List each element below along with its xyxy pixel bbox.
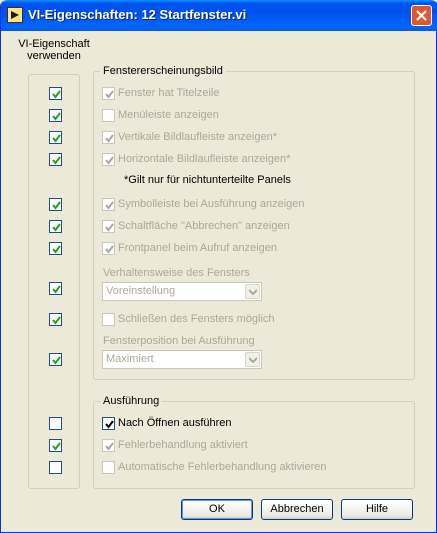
labview-vi-icon bbox=[7, 7, 23, 23]
use-property-checkbox[interactable] bbox=[49, 417, 62, 430]
use-property-checkbox[interactable] bbox=[49, 242, 62, 255]
close-button[interactable] bbox=[411, 5, 432, 26]
title-bar[interactable]: VI-Eigenschaften: 12 Startfenster.vi bbox=[1, 0, 437, 31]
option-checkbox[interactable] bbox=[102, 220, 115, 233]
appearance-group-label: Fenstererscheinungsbild bbox=[100, 65, 226, 77]
window-title: VI-Eigenschaften: 12 Startfenster.vi bbox=[28, 7, 247, 22]
use-property-header: VI-Eigenschaft verwenden bbox=[18, 38, 90, 62]
option-label: Fenster hat Titelzeile bbox=[118, 87, 220, 99]
option-checkbox[interactable] bbox=[102, 198, 115, 211]
use-property-checkbox[interactable] bbox=[49, 220, 62, 233]
option-label: Nach Öffnen ausführen bbox=[118, 417, 232, 429]
option-checkbox[interactable] bbox=[102, 131, 115, 144]
use-close-checkbox[interactable] bbox=[49, 313, 62, 326]
option-label: Vertikale Bildlaufleiste anzeigen* bbox=[118, 131, 277, 143]
option-checkbox[interactable] bbox=[102, 439, 115, 452]
use-property-checkbox[interactable] bbox=[49, 131, 62, 144]
use-property-checkbox[interactable] bbox=[49, 87, 62, 100]
position-select-value: Maximiert bbox=[106, 353, 154, 365]
dialog-window: VI-Eigenschaften: 12 Startfenster.vi VI-… bbox=[0, 0, 437, 533]
use-property-checkbox[interactable] bbox=[49, 198, 62, 211]
help-button[interactable]: Hilfe bbox=[341, 499, 413, 520]
option-checkbox[interactable] bbox=[102, 109, 115, 122]
close-icon bbox=[412, 6, 431, 25]
option-checkbox[interactable] bbox=[102, 242, 115, 255]
use-behavior-checkbox[interactable] bbox=[49, 282, 62, 295]
use-position-checkbox[interactable] bbox=[49, 353, 62, 366]
execution-group-label: Ausführung bbox=[100, 395, 163, 407]
option-checkbox[interactable] bbox=[102, 417, 115, 430]
option-checkbox[interactable] bbox=[102, 153, 115, 166]
use-property-checkbox[interactable] bbox=[49, 461, 62, 474]
option-label: Menüleiste anzeigen bbox=[118, 109, 219, 121]
option-label: Schaltfläche "Abbrechen" anzeigen bbox=[118, 220, 290, 232]
chevron-down-icon[interactable] bbox=[245, 352, 260, 367]
cancel-button[interactable]: Abbrechen bbox=[261, 499, 333, 520]
option-label: Fehlerbehandlung aktiviert bbox=[118, 439, 248, 451]
position-select[interactable]: Maximiert bbox=[102, 350, 262, 369]
close-window-checkbox[interactable] bbox=[102, 313, 115, 326]
use-property-checkbox[interactable] bbox=[49, 153, 62, 166]
option-label: Symbolleiste bei Ausführung anzeigen bbox=[118, 198, 305, 210]
option-label: Horizontale Bildlaufleiste anzeigen* bbox=[118, 153, 291, 165]
split-panels-note: *Gilt nur für nichtunterteilte Panels bbox=[124, 174, 291, 186]
behavior-label: Verhaltensweise des Fensters bbox=[103, 267, 250, 279]
behavior-select[interactable]: Voreinstellung bbox=[102, 282, 262, 301]
option-label: Automatische Fehlerbehandlung aktivieren bbox=[118, 461, 327, 473]
close-window-label: Schließen des Fensters möglich bbox=[118, 313, 275, 325]
position-label: Fensterposition bei Ausführung bbox=[103, 335, 255, 347]
option-label: Frontpanel beim Aufruf anzeigen bbox=[118, 242, 277, 254]
option-checkbox[interactable] bbox=[102, 461, 115, 474]
use-property-checkbox[interactable] bbox=[49, 109, 62, 122]
behavior-select-value: Voreinstellung bbox=[106, 285, 176, 297]
chevron-down-icon[interactable] bbox=[245, 284, 260, 299]
option-checkbox[interactable] bbox=[102, 87, 115, 100]
use-property-checkbox[interactable] bbox=[49, 439, 62, 452]
ok-button[interactable]: OK bbox=[181, 499, 253, 520]
